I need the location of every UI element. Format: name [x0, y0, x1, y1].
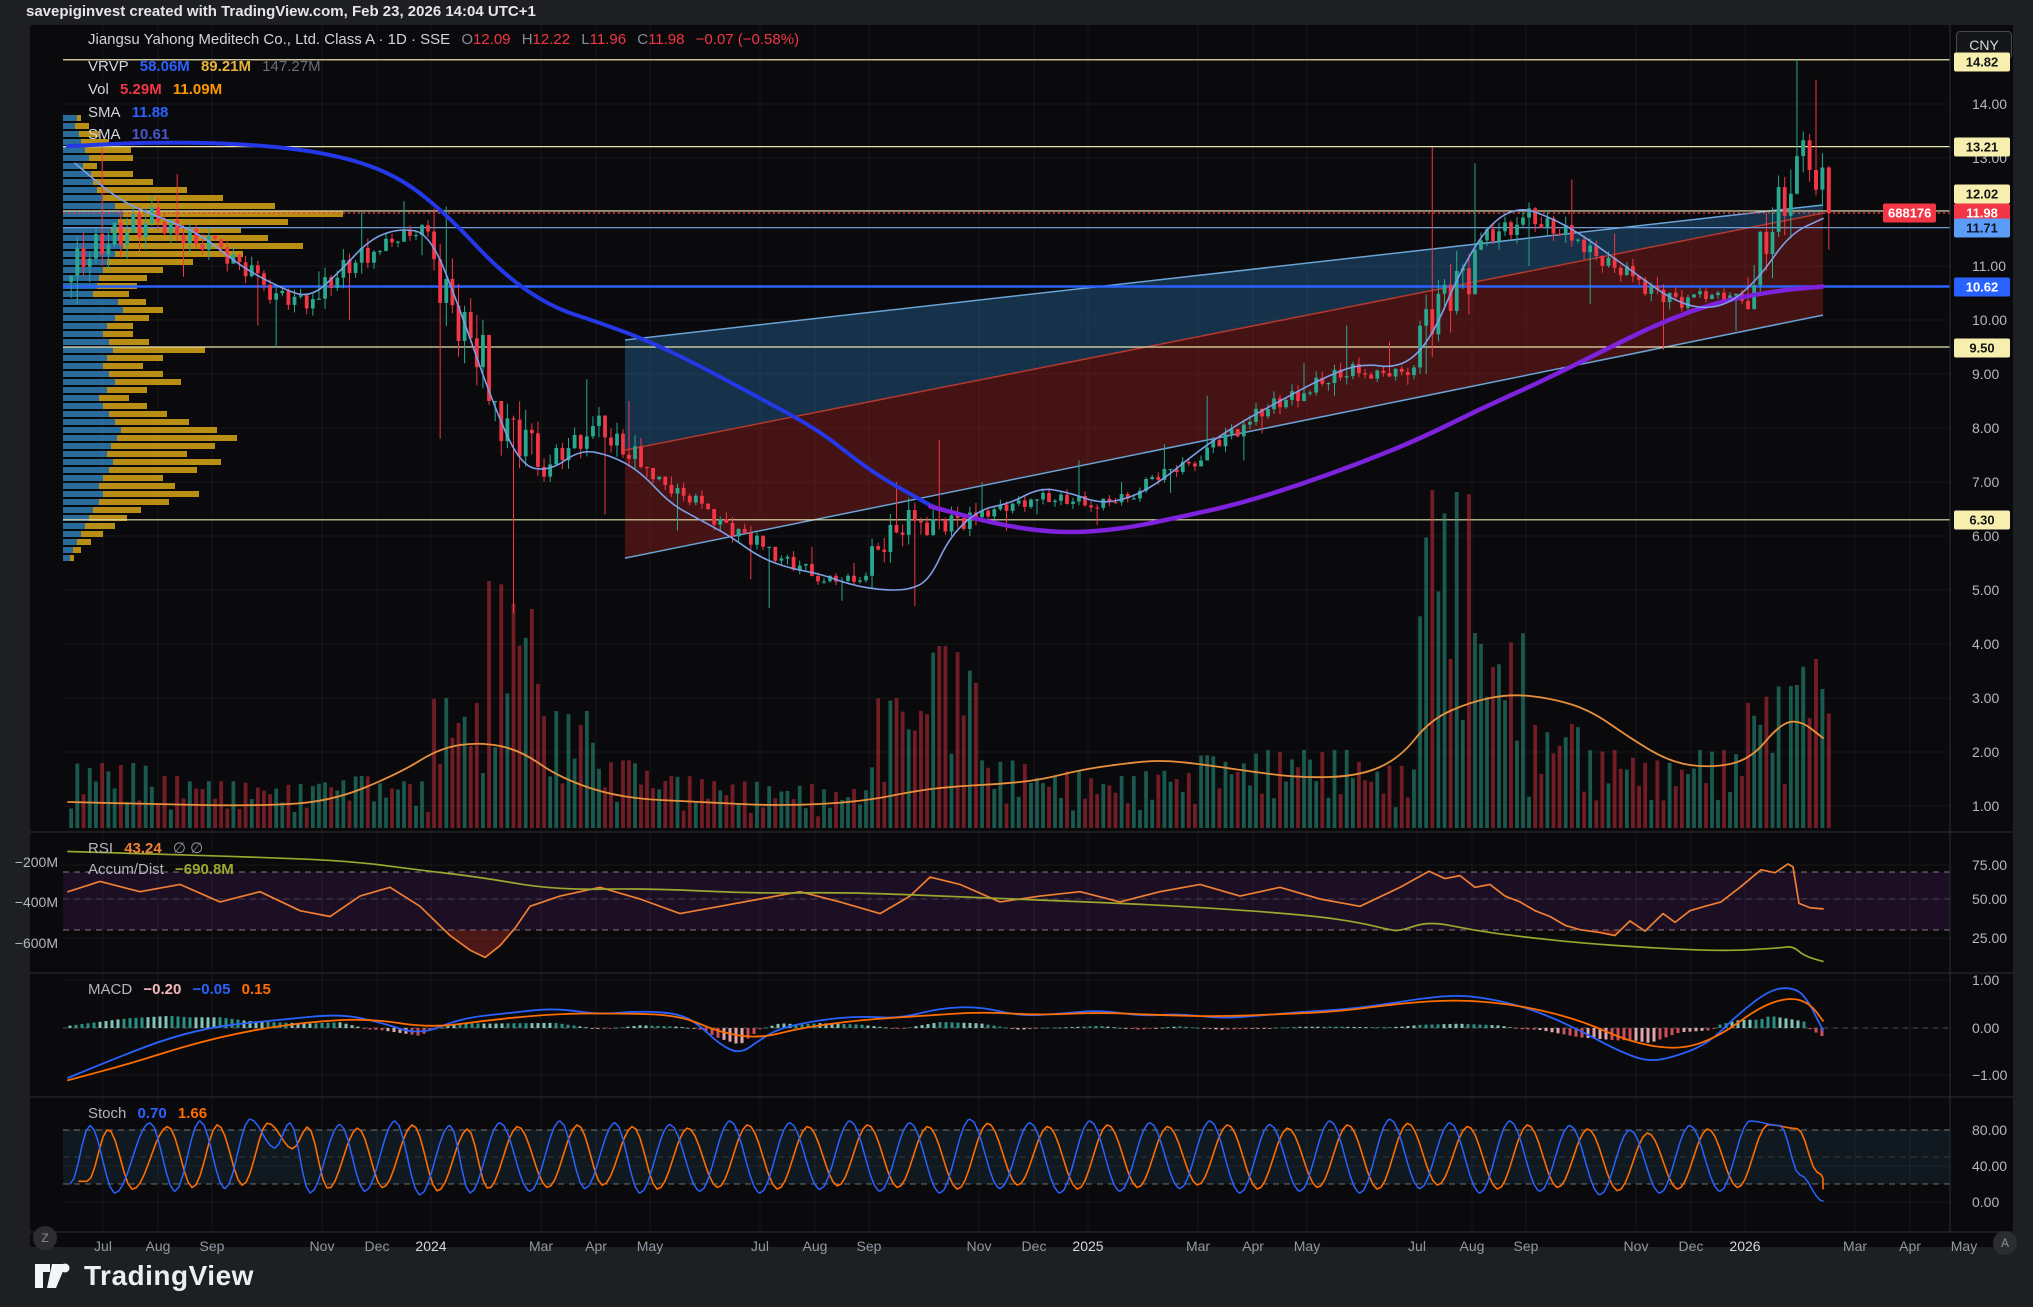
price-tick: 3.00 — [1972, 690, 2000, 706]
ohlc-l: 11.96 — [589, 31, 627, 48]
chart-canvas[interactable]: −200M −400M −600M — [0, 0, 2033, 1307]
price-tick: 4.00 — [1972, 636, 2000, 652]
vol-value-2: 11.09M — [172, 81, 223, 98]
price-label-chip: 9.50 — [1954, 338, 2010, 358]
vrvp-label[interactable]: VRVP — [88, 58, 129, 75]
vrvp-value-3: 147.27M — [262, 58, 321, 75]
price-label-chip: 14.82 — [1954, 52, 2010, 72]
price-tick: −1.00 — [1972, 1067, 2008, 1083]
price-tick: 2.00 — [1972, 744, 2000, 760]
rsi-hidden-values: ∅ ∅ — [172, 840, 204, 857]
price-label-chip: 12.02 — [1954, 184, 2010, 204]
ohlc-l-label: L — [581, 31, 590, 48]
price-tick: 80.00 — [1972, 1122, 2008, 1138]
price-label-chip: 13.21 — [1954, 137, 2010, 157]
ohlc-h: 12.22 — [532, 31, 571, 48]
ohlc-c-label: C — [637, 31, 649, 48]
stoch-d-value: 1.66 — [177, 1105, 208, 1122]
sma2-legend[interactable]: SMA 10.61 — [88, 126, 169, 143]
price-tick: 75.00 — [1972, 857, 2008, 873]
macd-line-value: −0.05 — [192, 981, 231, 998]
price-tick: 11.00 — [1972, 258, 2006, 274]
vol-value-1: 5.29M — [120, 81, 162, 98]
rsi-value: 43.24 — [124, 840, 162, 857]
sma2-label[interactable]: SMA — [88, 126, 121, 143]
price-tick: 14.00 — [1972, 96, 2008, 112]
price-tick: 0.00 — [1972, 1194, 2000, 1210]
volume-legend[interactable]: Vol 5.29M 11.09M — [88, 81, 229, 98]
price-label-chip: 6.30 — [1954, 510, 2010, 530]
rsi-left-tick: −200M — [15, 854, 58, 870]
price-tick: 1.00 — [1972, 798, 2000, 814]
price-tick: 8.00 — [1972, 420, 2000, 436]
ohlc-o-label: O — [461, 31, 473, 48]
macd-signal-value: 0.15 — [241, 981, 271, 998]
price-label-chip: 11.71 — [1954, 218, 2010, 238]
symbol-code-chip: 688176 — [1883, 203, 1937, 223]
macd-legend[interactable]: MACD −0.20 −0.05 0.15 — [88, 981, 278, 998]
price-tick: 40.00 — [1972, 1158, 2008, 1174]
ohlc-c: 11.98 — [648, 31, 685, 48]
tradingview-brand[interactable]: TradingView — [34, 1259, 254, 1293]
vrvp-value-1: 58.06M — [139, 58, 190, 75]
accum-label[interactable]: Accum/Dist — [88, 861, 164, 878]
accum-value: −690.8M — [175, 861, 234, 878]
tradingview-brand-text: TradingView — [84, 1260, 254, 1291]
stoch-legend[interactable]: Stoch 0.70 1.66 — [88, 1105, 214, 1122]
ohlc-o: 12.09 — [472, 31, 511, 48]
price-tick: 50.00 — [1972, 891, 2008, 907]
sma1-legend[interactable]: SMA 11.88 — [88, 104, 168, 121]
price-tick: 7.00 — [1972, 474, 2000, 490]
rsi-legend[interactable]: RSI 43.24 ∅ ∅ — [88, 839, 203, 857]
sma1-label[interactable]: SMA — [88, 104, 121, 121]
stoch-label[interactable]: Stoch — [88, 1105, 126, 1122]
price-tick: 1.00 — [1972, 972, 2000, 988]
ohlc-h-label: H — [521, 31, 533, 48]
vol-label[interactable]: Vol — [88, 81, 109, 98]
ohlc-change: −0.07 (−0.58%) — [695, 31, 800, 48]
price-label-chip: 10.62 — [1954, 277, 2010, 297]
rsi-left-tick: −600M — [15, 935, 58, 951]
price-tick: 5.00 — [1972, 582, 2000, 598]
symbol-legend[interactable]: Jiangsu Yahong Meditech Co., Ltd. Class … — [88, 31, 799, 48]
macd-label[interactable]: MACD — [88, 981, 132, 998]
price-tick: 25.00 — [1972, 930, 2008, 946]
price-tick: 0.00 — [1972, 1020, 2000, 1036]
vrvp-legend[interactable]: VRVP 58.06M 89.21M 147.27M — [88, 58, 328, 75]
rsi-left-tick: −400M — [15, 894, 58, 910]
tradingview-logo-icon — [35, 1263, 70, 1288]
footer-bar: TradingView — [0, 1247, 2033, 1307]
sma2-value: 10.61 — [131, 126, 170, 143]
stoch-k-value: 0.70 — [137, 1105, 167, 1122]
symbol-title[interactable]: Jiangsu Yahong Meditech Co., Ltd. Class … — [88, 31, 450, 48]
sma1-value: 11.88 — [131, 104, 169, 121]
macd-hist-value: −0.20 — [143, 981, 182, 998]
price-tick: 6.00 — [1972, 528, 2000, 544]
accum-legend[interactable]: Accum/Dist −690.8M — [88, 861, 234, 878]
vrvp-value-2: 89.21M — [200, 58, 252, 75]
rsi-label[interactable]: RSI — [88, 840, 113, 857]
price-tick: 9.00 — [1972, 366, 2000, 382]
tradingview-screenshot: savepiginvest created with TradingView.c… — [0, 0, 2033, 1307]
price-tick: 10.00 — [1972, 312, 2008, 328]
